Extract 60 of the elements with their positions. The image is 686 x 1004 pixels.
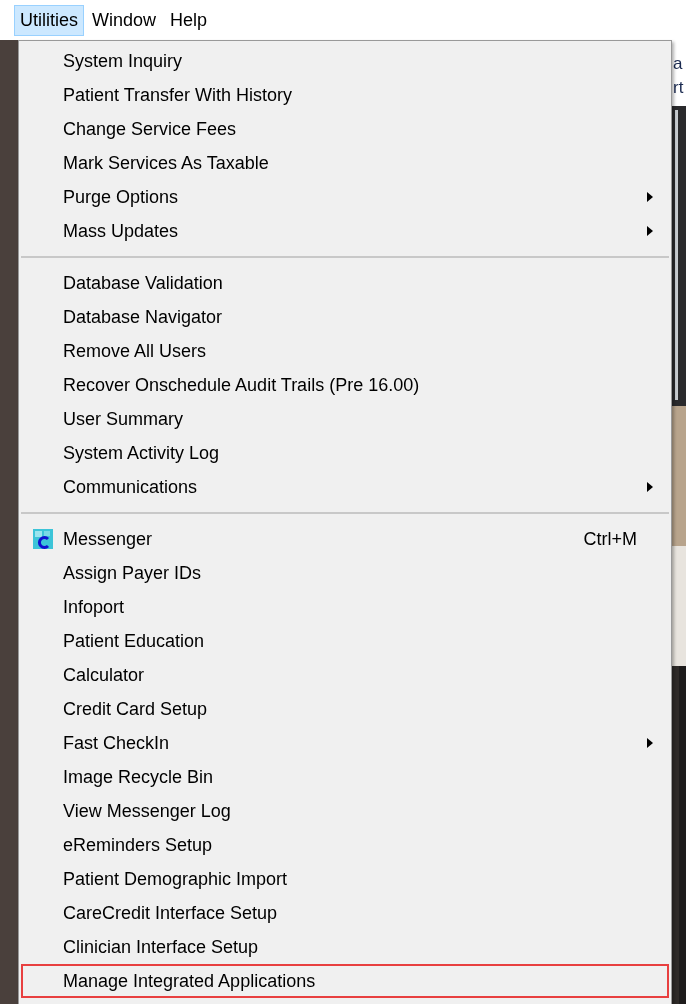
menu-item-label: Messenger: [63, 528, 154, 550]
menu-item[interactable]: Fast CheckIn: [21, 726, 669, 760]
menu-item-label: Image Recycle Bin: [63, 766, 215, 788]
menu-item-label: Patient Transfer With History: [63, 84, 294, 106]
menu-item[interactable]: Patient Transfer With History: [21, 78, 669, 112]
menu-item-label: Recover Onschedule Audit Trails (Pre 16.00): [63, 374, 421, 396]
menu-item-label: CareCredit Interface Setup: [63, 902, 279, 924]
menu-item[interactable]: System Activity Log: [21, 436, 669, 470]
menu-item[interactable]: Calculator: [21, 658, 669, 692]
menu-item-label: Remove All Users: [63, 340, 208, 362]
menu-item[interactable]: Communications: [21, 470, 669, 504]
partial-label: rt: [672, 78, 685, 98]
menu-item[interactable]: Database Validation: [21, 266, 669, 300]
menu-item-label: Credit Card Setup: [63, 698, 209, 720]
menu-item-label: Calculator: [63, 664, 146, 686]
menu-item[interactable]: Recover Onschedule Audit Trails (Pre 16.00): [21, 368, 669, 402]
menu-item-label: Database Validation: [63, 272, 224, 294]
menu-item[interactable]: Clinician Interface Setup: [21, 930, 669, 964]
menu-item[interactable]: System Inquiry: [21, 44, 669, 78]
menu-item[interactable]: User Summary: [21, 402, 669, 436]
menu-item-label: Patient Education: [63, 630, 206, 652]
menu-item[interactable]: Patient Demographic Import: [21, 862, 669, 896]
menu-item[interactable]: Purge Options: [21, 180, 669, 214]
menu-item-label: Manage Integrated Applications: [63, 970, 317, 992]
menu-item-label: View Messenger Log: [63, 800, 232, 822]
menu-item[interactable]: Manage Integrated Applications: [21, 964, 669, 998]
menu-item-label: Change Service Fees: [63, 118, 238, 140]
menu-item-label: Mark Services As Taxable: [63, 152, 270, 174]
menu-item-label: Database Navigator: [63, 306, 224, 328]
menu-item[interactable]: Mass Updates: [21, 214, 669, 248]
menu-item[interactable]: Mark Services As Taxable: [21, 146, 669, 180]
menu-item-label: Clinician Interface Setup: [63, 936, 260, 958]
menu-item-label: User Summary: [63, 408, 184, 430]
menu-item[interactable]: View Messenger Log: [21, 794, 669, 828]
menu-item[interactable]: Messenger Ctrl+M: [21, 522, 669, 556]
menu-item[interactable]: Patient Education: [21, 624, 669, 658]
menu-item-label: eReminders Setup: [63, 834, 214, 856]
menu-item[interactable]: Infoport: [21, 590, 669, 624]
menu-item[interactable]: Remove All Users: [21, 334, 669, 368]
menu-item-label: Assign Payer IDs: [63, 562, 203, 584]
menu-item-label: Communications: [63, 476, 199, 498]
menubar-item[interactable]: Utilities: [14, 4, 84, 36]
menu-item-label: Fast CheckIn: [63, 732, 171, 754]
menu-item[interactable]: CareCredit Interface Setup: [21, 896, 669, 930]
menu-item[interactable]: eReminders Setup: [21, 828, 669, 862]
menu-item[interactable]: Image Recycle Bin: [21, 760, 669, 794]
menu-item-label: System Activity Log: [63, 442, 221, 464]
menu-item-label: Mass Updates: [63, 220, 180, 242]
menu-item-label: System Inquiry: [63, 50, 184, 72]
menu-item[interactable]: Change Service Fees: [21, 112, 669, 146]
menu-item-label: Infoport: [63, 596, 126, 618]
menubar-item[interactable]: Help: [164, 4, 214, 36]
menubar-item[interactable]: Window: [86, 4, 163, 36]
partial-label: a: [672, 54, 684, 74]
menu-item[interactable]: Credit Card Setup: [21, 692, 669, 726]
menu-item-label: Patient Demographic Import: [63, 868, 289, 890]
menu-item-label: Purge Options: [63, 186, 180, 208]
menu-item[interactable]: Database Navigator: [21, 300, 669, 334]
shortcut-label: Ctrl+M: [583, 528, 637, 550]
menu-item[interactable]: Assign Payer IDs: [21, 556, 669, 590]
